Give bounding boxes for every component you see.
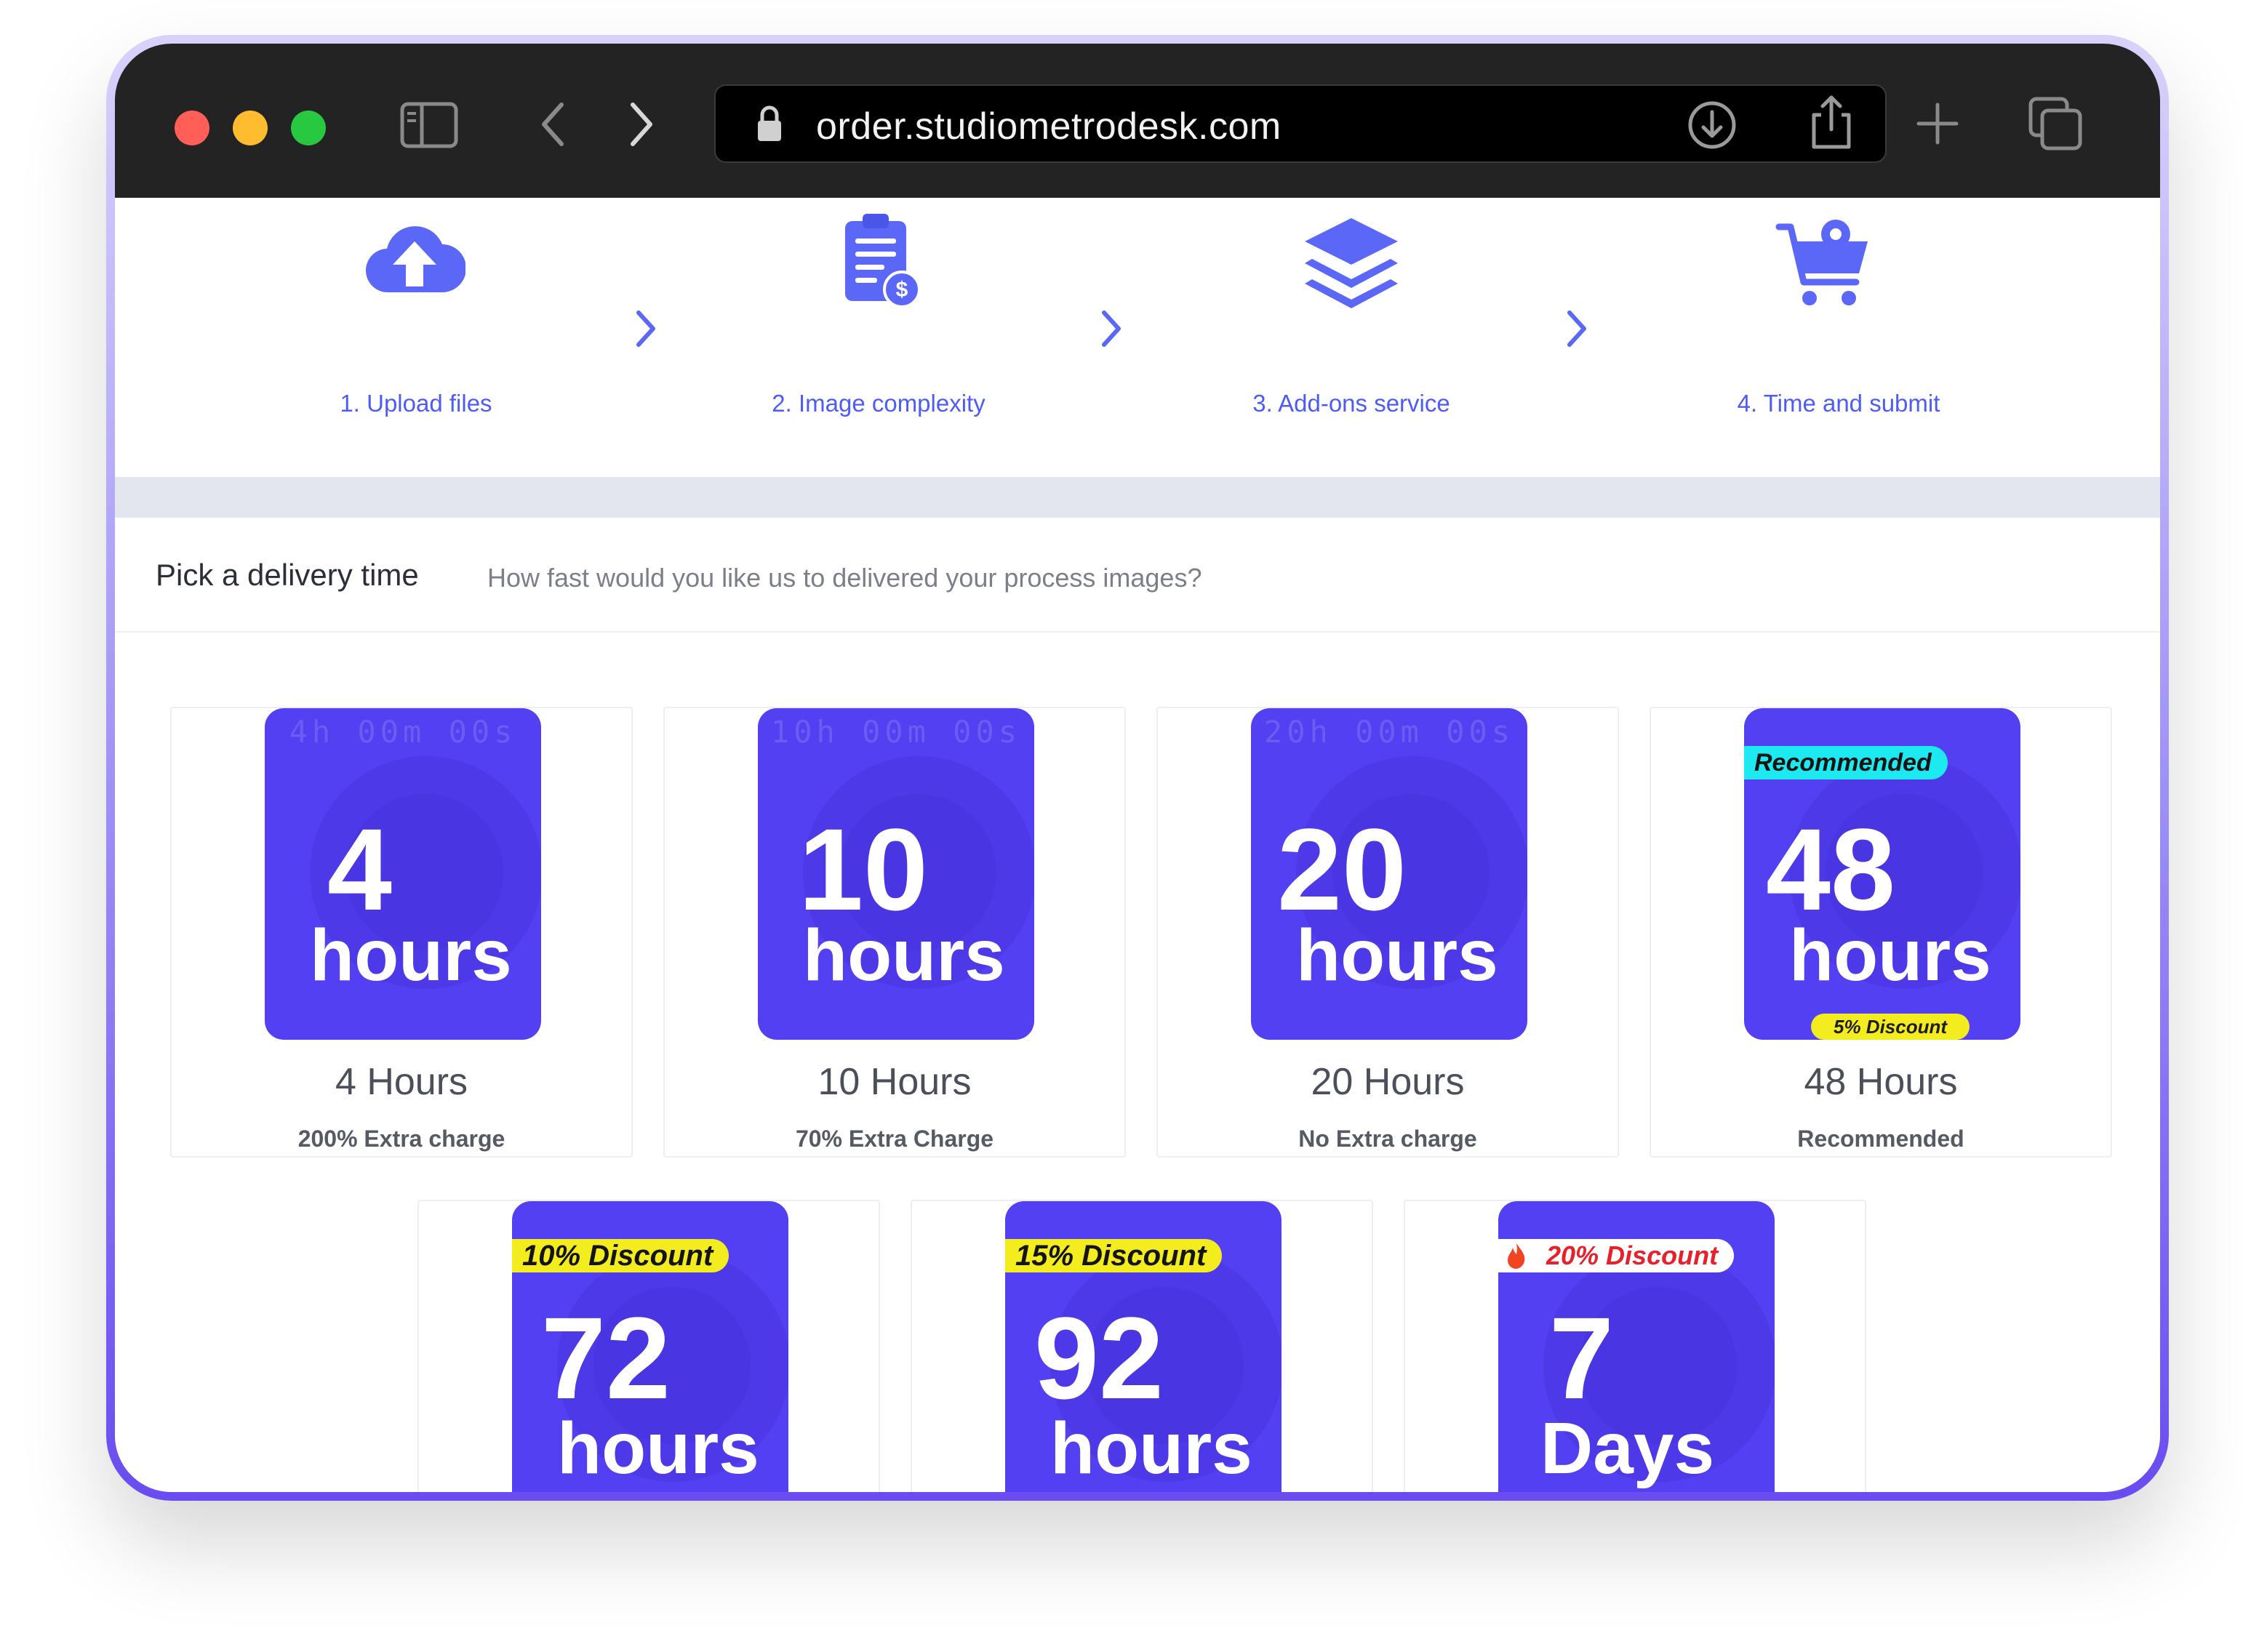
option-title: 4 Hours [335,1061,468,1103]
option-number: 4 [327,804,392,934]
option-number: 48 [1766,804,1895,934]
chevron-right-icon [1567,310,1586,347]
option-title: 20 Hours [1311,1061,1465,1103]
option-number: 7 [1549,1293,1614,1423]
delivery-option-7-days[interactable]: 20% Discount 7 Days [1404,1200,1866,1492]
step-label-addons[interactable]: 3. Add-ons service [1252,390,1450,417]
delivery-option-20-hours[interactable]: 20h 00m 00s 20 hours 20 Hours No Extra c… [1156,707,1619,1158]
delivery-option-10-hours[interactable]: 10h 00m 00s 10 hours 10 Hours 70% Extra … [663,707,1126,1158]
option-number: 72 [541,1293,671,1423]
new-tab-icon[interactable] [1916,102,1959,145]
option-unit: hours [557,1408,759,1489]
tabs-overview-icon[interactable] [2028,96,2083,151]
option-unit: Days [1540,1408,1715,1489]
step-label-upload[interactable]: 1. Upload files [340,390,492,417]
discount-badge: 10% Discount [512,1239,729,1272]
option-number: 10 [799,804,928,934]
section-title: Pick a delivery time [156,558,419,592]
option-tile: 10h 00m 00s 10 hours [758,708,1034,1040]
option-unit: hours [803,915,1005,996]
option-tile: Recommended 48 hours 5% Discount [1744,708,2020,1040]
url-text: order.studiometrodesk.com [816,105,1282,148]
option-number: 92 [1034,1293,1164,1423]
discount-badge: 20% Discount [1498,1239,1735,1272]
chevron-right-icon [636,310,655,347]
option-note: 70% Extra Charge [795,1126,994,1152]
delivery-option-4-hours[interactable]: 4h 00m 00s 4 hours 4 Hours 200% Extra ch… [170,707,633,1158]
option-note: No Extra charge [1298,1126,1477,1152]
cloud-upload-icon [366,226,465,293]
timer-text: 4h 00m 00s [289,714,517,750]
discount-badge: 5% Discount [1811,1014,1970,1040]
discount-badge-text: 20% Discount [1546,1240,1719,1270]
option-tile: 20h 00m 00s 20 hours [1251,708,1527,1040]
option-unit: hours [1296,915,1498,996]
close-window-button[interactable] [175,111,209,145]
download-icon[interactable] [1687,100,1737,150]
cart-gear-icon [1775,220,1868,305]
back-icon[interactable] [538,100,567,148]
clipboard-price-icon: $ [845,214,921,308]
option-title: 10 Hours [817,1061,972,1103]
delivery-option-92-hours[interactable]: 15% Discount 92 hours [911,1200,1373,1492]
page-content: $ 1. Upload files 2. Image complexity 3.… [115,198,2160,1492]
step-label-time-submit[interactable]: 4. Time and submit [1738,390,1940,417]
option-tile: 15% Discount 92 hours [1005,1201,1282,1492]
chevron-right-icon [1102,310,1121,347]
option-unit: hours [1050,1408,1252,1489]
option-tile: 10% Discount 72 hours [512,1201,788,1492]
section-separator [115,477,2160,518]
timer-text: 10h 00m 00s [770,714,1022,750]
share-icon[interactable] [1810,93,1853,151]
discount-badge: 15% Discount [1005,1239,1223,1272]
option-tile: 20% Discount 7 Days [1498,1201,1775,1492]
layers-icon [1305,218,1398,308]
option-title: 48 Hours [1804,1061,1958,1103]
forward-icon[interactable] [627,100,656,148]
address-bar[interactable]: order.studiometrodesk.com [714,84,1887,163]
delivery-option-48-hours[interactable]: Recommended 48 hours 5% Discount 48 Hour… [1650,707,2112,1158]
maximize-window-button[interactable] [291,111,326,145]
svg-text:$: $ [896,278,908,302]
browser-window: order.studiometrodesk.com $ 1. Upload fi… [106,35,2169,1501]
option-number: 20 [1277,804,1407,934]
option-unit: hours [310,915,512,996]
recommended-badge: Recommended [1744,746,1948,779]
delivery-option-72-hours[interactable]: 10% Discount 72 hours [417,1200,880,1492]
minimize-window-button[interactable] [233,111,268,145]
lock-icon [758,105,781,141]
option-note: Recommended [1797,1126,1964,1152]
option-tile: 4h 00m 00s 4 hours [265,708,541,1040]
divider [115,631,2160,633]
section-subtitle: How fast would you like us to delivered … [487,563,1202,593]
option-unit: hours [1789,915,1991,996]
timer-text: 20h 00m 00s [1263,714,1515,750]
fire-icon [1508,1243,1525,1269]
sidebar-icon[interactable] [400,102,458,148]
option-note: 200% Extra charge [297,1126,505,1152]
step-label-complexity[interactable]: 2. Image complexity [772,390,985,417]
browser-titlebar: order.studiometrodesk.com [115,44,2160,198]
